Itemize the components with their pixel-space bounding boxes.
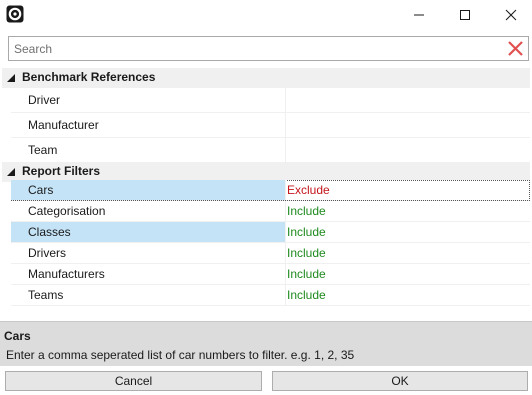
property-row-categorisation[interactable]: Categorisation Include (11, 201, 530, 222)
property-value-cars[interactable]: Exclude (287, 180, 530, 200)
property-value-manufacturers[interactable]: Include (287, 264, 530, 284)
property-name: Classes (11, 222, 286, 242)
app-logo-icon (6, 5, 24, 23)
cancel-button[interactable]: Cancel (5, 371, 262, 391)
property-value-teams[interactable]: Include (287, 285, 530, 305)
description-text: Enter a comma seperated list of car numb… (6, 348, 355, 362)
property-row-classes[interactable]: Classes Include (11, 222, 530, 243)
category-label: Report Filters (22, 164, 101, 178)
close-button[interactable] (488, 0, 532, 30)
property-row-team[interactable]: Team (11, 138, 530, 163)
property-name: Team (11, 138, 286, 162)
property-name: Manufacturers (11, 264, 286, 284)
clear-search-button[interactable] (507, 40, 524, 57)
description-title: Cars (4, 329, 31, 343)
property-row-manufacturer[interactable]: Manufacturer (11, 113, 530, 138)
category-benchmark-references[interactable]: Benchmark References (2, 68, 530, 88)
property-row-drivers[interactable]: Drivers Include (11, 243, 530, 264)
collapse-triangle-icon[interactable] (7, 74, 15, 82)
title-bar (0, 0, 532, 30)
property-row-manufacturers[interactable]: Manufacturers Include (11, 264, 530, 285)
maximize-icon (460, 10, 470, 20)
property-value-drivers[interactable]: Include (287, 243, 530, 263)
description-pane: Cars Enter a comma seperated list of car… (0, 321, 532, 366)
minimize-button[interactable] (396, 0, 442, 30)
property-name: Teams (11, 285, 286, 305)
property-name: Categorisation (11, 201, 286, 221)
property-grid: Benchmark References Driver Manufacturer… (2, 68, 530, 321)
property-row-cars[interactable]: Cars Exclude (11, 180, 530, 201)
property-row-driver[interactable]: Driver (11, 88, 530, 113)
dialog-footer: Cancel OK (0, 366, 532, 395)
property-name: Manufacturer (11, 113, 286, 137)
property-name: Drivers (11, 243, 286, 263)
search-box (8, 36, 529, 61)
clear-x-icon (508, 41, 523, 56)
property-value-team[interactable] (287, 138, 530, 162)
property-name: Cars (11, 180, 286, 200)
category-report-filters[interactable]: Report Filters (2, 162, 530, 182)
close-icon (505, 9, 517, 21)
property-value-manufacturer[interactable] (287, 113, 530, 137)
category-label: Benchmark References (22, 70, 156, 84)
property-value-driver[interactable] (287, 88, 530, 112)
property-value-categorisation[interactable]: Include (287, 201, 530, 221)
property-name: Driver (11, 88, 286, 112)
ok-button[interactable]: OK (272, 371, 528, 391)
maximize-button[interactable] (442, 0, 488, 30)
property-row-teams[interactable]: Teams Include (11, 285, 530, 306)
property-value-classes[interactable]: Include (287, 222, 530, 242)
search-input[interactable] (9, 37, 499, 60)
collapse-triangle-icon[interactable] (7, 168, 15, 176)
minimize-icon (414, 14, 424, 16)
